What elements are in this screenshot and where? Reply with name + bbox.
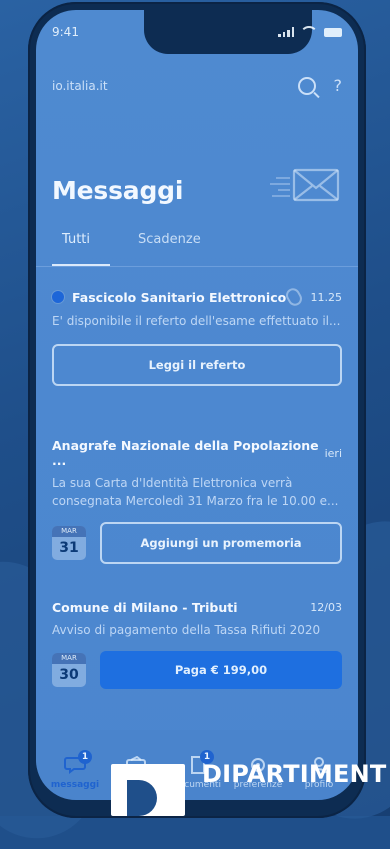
message-sender: Anagrafe Nazionale della Popolazione ... — [52, 438, 319, 468]
date-badge: MAR 30 — [52, 653, 86, 687]
app-header: io.italia.it ? — [52, 76, 342, 95]
message-header: Fascicolo Sanitario Elettronico 11.25 — [52, 285, 343, 309]
message-card[interactable]: Comune di Milano - Tributi 12/03 Avviso … — [52, 600, 342, 689]
mail-illustration-icon — [270, 168, 340, 202]
phone-screen: 9:41 io.italia.it ? Messaggi Tutti Scade… — [36, 10, 358, 800]
help-icon[interactable]: ? — [334, 76, 343, 95]
message-preview: La sua Carta d'Identità Elettronica verr… — [52, 476, 339, 508]
message-actions: MAR 31 Aggiungi un promemoria — [52, 522, 342, 564]
status-bar: 9:41 — [52, 22, 342, 42]
date-badge: MAR 31 — [52, 526, 86, 560]
message-meta: 11.25 — [282, 285, 343, 309]
date-badge-month: MAR — [52, 526, 86, 537]
signal-icon — [278, 27, 294, 37]
message-time: 11.25 — [310, 290, 343, 304]
nav-label-messaggi: messaggi — [50, 780, 100, 790]
message-sender-row: Fascicolo Sanitario Elettronico — [52, 290, 286, 305]
add-reminder-button[interactable]: Aggiungi un promemoria — [100, 522, 342, 564]
department-text: DIPARTIMENT — [202, 760, 387, 788]
message-sender: Comune di Milano - Tributi — [52, 600, 238, 615]
date-badge-month: MAR — [52, 653, 86, 664]
status-icons — [278, 26, 342, 38]
pay-button[interactable]: Paga € 199,00 — [100, 651, 342, 689]
message-header: Comune di Milano - Tributi 12/03 — [52, 600, 342, 615]
message-time: 12/03 — [310, 601, 342, 614]
header-actions: ? — [297, 76, 343, 95]
nav-item-messaggi[interactable]: 1 messaggi — [46, 750, 104, 790]
wifi-icon — [300, 26, 318, 38]
tabs-divider — [36, 266, 358, 267]
date-badge-day: 30 — [59, 667, 79, 683]
tab-tutti[interactable]: Tutti — [52, 232, 111, 266]
read-report-button[interactable]: Leggi il referto — [52, 344, 342, 386]
message-preview: Avviso di pagamento della Tassa Rifiuti … — [52, 623, 321, 637]
message-time: ieri — [324, 446, 342, 460]
message-header: Anagrafe Nazionale della Popolazione ...… — [52, 438, 342, 468]
status-time: 9:41 — [52, 25, 79, 39]
battery-icon — [324, 27, 342, 37]
message-card[interactable]: Anagrafe Nazionale della Popolazione ...… — [52, 438, 342, 564]
message-sender: Fascicolo Sanitario Elettronico — [72, 289, 287, 305]
message-card[interactable]: Fascicolo Sanitario Elettronico 11.25 E'… — [52, 285, 343, 386]
tab-scadenze[interactable]: Scadenze — [128, 232, 201, 266]
attachment-icon — [282, 285, 305, 309]
search-icon[interactable] — [297, 76, 316, 95]
app-domain: io.italia.it — [52, 78, 108, 93]
message-actions: MAR 30 Paga € 199,00 — [52, 651, 342, 689]
chat-icon: 1 — [64, 750, 92, 774]
date-badge-day: 31 — [59, 540, 79, 556]
notification-badge: 1 — [78, 750, 92, 764]
department-logo — [111, 764, 185, 816]
page-title: Messaggi — [52, 176, 184, 205]
unread-dot-icon — [52, 291, 64, 303]
tabs: Tutti Scadenze — [52, 232, 342, 266]
message-preview: E' disponibile il referto dell'esame eff… — [52, 314, 341, 328]
